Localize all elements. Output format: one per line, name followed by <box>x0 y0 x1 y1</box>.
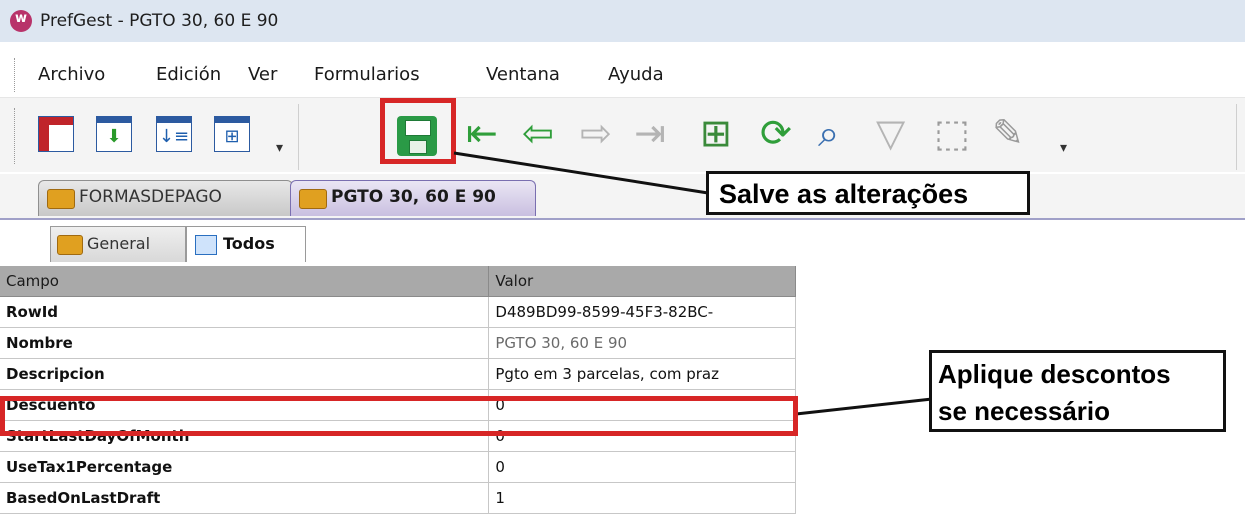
discount-callout-line2: se necessário <box>938 396 1111 426</box>
field-value[interactable]: PGTO 30, 60 E 90 <box>488 327 796 359</box>
subtab-todos[interactable]: Todos <box>186 226 306 262</box>
subtab-label: Todos <box>223 234 275 253</box>
field-name: BasedOnLastDraft <box>0 482 490 514</box>
subtab-label: General <box>87 234 151 253</box>
save-callout: Salve as alterações <box>706 171 1030 215</box>
grid-header-row: Campo Valor <box>0 266 796 297</box>
table-row[interactable]: Nombre PGTO 30, 60 E 90 <box>0 327 796 359</box>
field-value[interactable]: 1 <box>488 482 796 514</box>
field-name: Descripcion <box>0 358 490 390</box>
field-value[interactable]: 0 <box>488 451 796 483</box>
save-callout-text: Salve as alterações <box>719 179 969 209</box>
field-name: Nombre <box>0 327 490 359</box>
discount-callout-line <box>795 397 933 416</box>
field-value[interactable]: D489BD99-8599-45F3-82BC- <box>488 296 796 328</box>
folder-icon <box>57 235 83 255</box>
properties-grid: Campo Valor RowId D489BD99-8599-45F3-82B… <box>0 266 796 514</box>
discount-row-highlight <box>0 396 798 436</box>
table-row[interactable]: RowId D489BD99-8599-45F3-82BC- <box>0 296 796 328</box>
table-row[interactable]: UseTax1Percentage 0 <box>0 451 796 483</box>
field-name: UseTax1Percentage <box>0 451 490 483</box>
table-row[interactable]: BasedOnLastDraft 1 <box>0 482 796 514</box>
field-name: RowId <box>0 296 490 328</box>
table-icon <box>195 235 217 255</box>
discount-callout-line1: Aplique descontos <box>938 359 1171 389</box>
column-header-campo[interactable]: Campo <box>0 266 490 297</box>
save-callout-line <box>453 151 709 195</box>
column-header-valor[interactable]: Valor <box>488 266 796 297</box>
field-value[interactable]: Pgto em 3 parcelas, com praz <box>488 358 796 390</box>
subtab-general[interactable]: General <box>50 226 186 262</box>
table-row[interactable]: Descripcion Pgto em 3 parcelas, com praz <box>0 358 796 390</box>
discount-callout: Aplique descontos se necessário <box>929 350 1226 432</box>
